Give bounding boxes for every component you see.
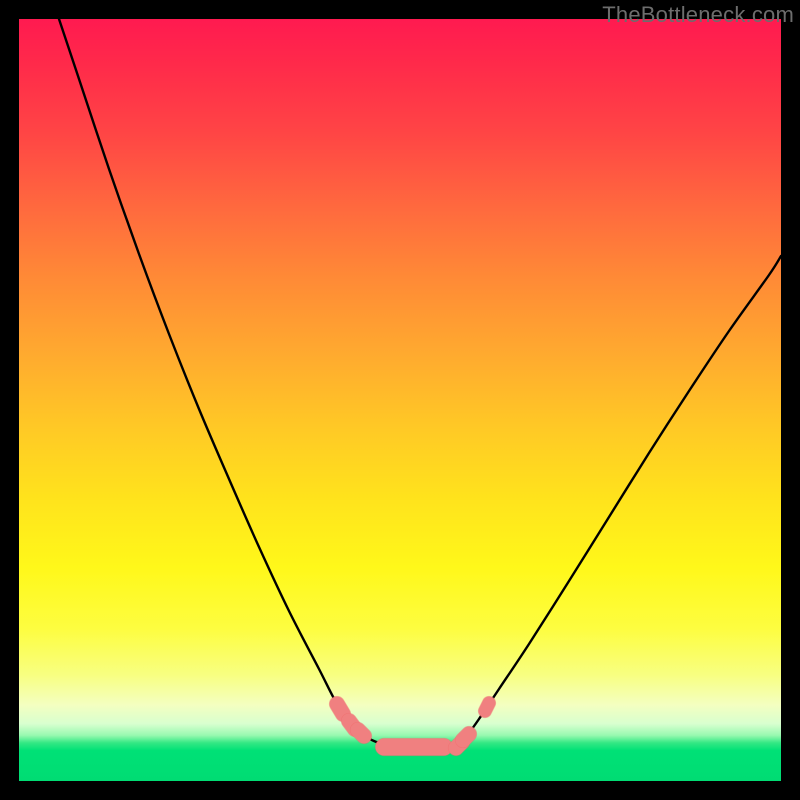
chart-frame: TheBottleneck.com: [0, 0, 800, 800]
plot-area: [19, 19, 781, 781]
bottleneck-curve-svg: [19, 19, 781, 781]
curve-marker: [463, 734, 469, 740]
watermark-text: TheBottleneck.com: [602, 2, 794, 28]
curve-marker: [337, 704, 343, 714]
bottleneck-curve: [59, 19, 781, 747]
curve-markers: [337, 703, 489, 748]
curve-marker: [485, 703, 489, 711]
curve-marker: [358, 730, 364, 736]
